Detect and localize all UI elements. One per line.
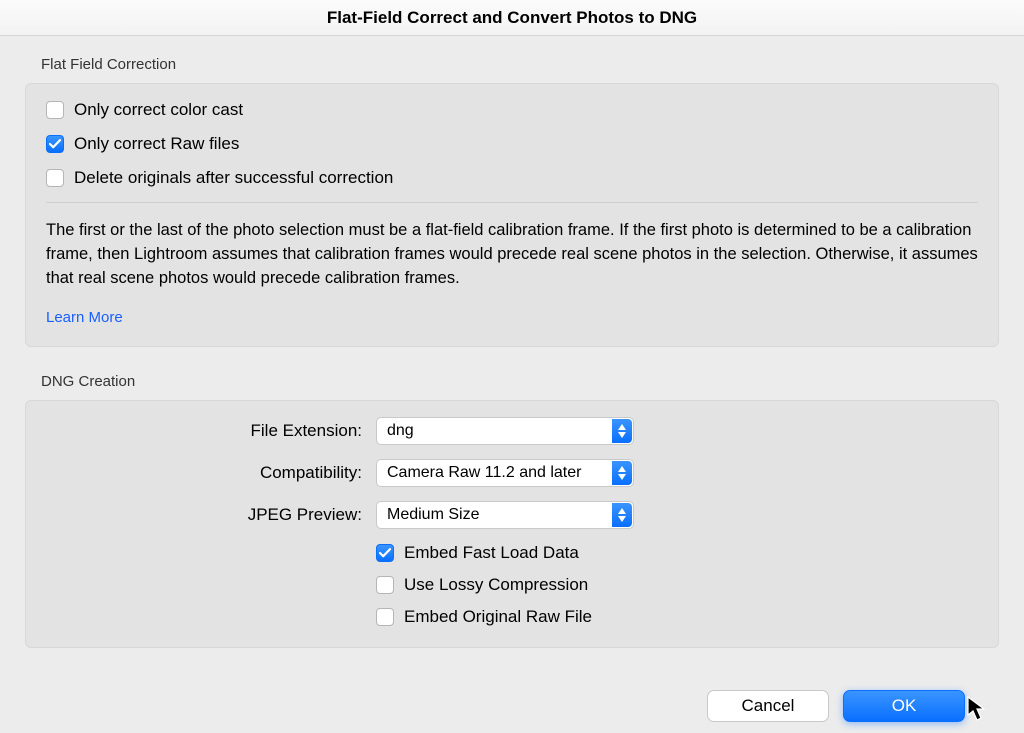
select-stepper-icon [612, 419, 632, 443]
select-stepper-icon [612, 503, 632, 527]
checkbox-row-delete-originals[interactable]: Delete originals after successful correc… [46, 168, 978, 188]
checkbox-row-embed-fast[interactable]: Embed Fast Load Data [46, 543, 978, 563]
checkbox-delete-originals[interactable] [46, 169, 64, 187]
checkbox-row-raw-files[interactable]: Only correct Raw files [46, 134, 978, 154]
checkbox-label-delete-originals: Delete originals after successful correc… [74, 168, 393, 188]
row-compatibility: Compatibility: Camera Raw 11.2 and later [46, 459, 978, 487]
checkbox-embed-original[interactable] [376, 608, 394, 626]
dialog-content: Flat Field Correction Only correct color… [0, 36, 1024, 722]
checkbox-color-cast[interactable] [46, 101, 64, 119]
select-value-compatibility: Camera Raw 11.2 and later [387, 464, 581, 482]
checkbox-label-embed-fast: Embed Fast Load Data [404, 543, 579, 563]
label-file-extension: File Extension: [46, 421, 376, 441]
checkmark-icon [379, 547, 391, 559]
select-jpeg-preview[interactable]: Medium Size [376, 501, 634, 529]
cancel-button[interactable]: Cancel [707, 690, 829, 722]
chevron-down-icon [618, 432, 626, 438]
checkbox-label-raw-files: Only correct Raw files [74, 134, 239, 154]
flat-field-description: The first or the last of the photo selec… [46, 219, 978, 291]
divider [46, 202, 978, 203]
label-jpeg-preview: JPEG Preview: [46, 505, 376, 525]
flat-field-section-label: Flat Field Correction [25, 56, 999, 73]
learn-more-link[interactable]: Learn More [46, 309, 123, 326]
checkbox-label-lossy: Use Lossy Compression [404, 575, 588, 595]
select-stepper-icon [612, 461, 632, 485]
checkbox-row-lossy[interactable]: Use Lossy Compression [46, 575, 978, 595]
select-value-jpeg-preview: Medium Size [387, 506, 479, 524]
chevron-down-icon [618, 516, 626, 522]
select-file-extension[interactable]: dng [376, 417, 634, 445]
dng-panel: File Extension: dng Compatibility: Camer… [25, 400, 999, 648]
window-titlebar: Flat-Field Correct and Convert Photos to… [0, 0, 1024, 36]
row-file-extension: File Extension: dng [46, 417, 978, 445]
checkbox-embed-fast[interactable] [376, 544, 394, 562]
checkmark-icon [49, 138, 61, 150]
checkbox-row-embed-original[interactable]: Embed Original Raw File [46, 607, 978, 627]
checkbox-raw-files[interactable] [46, 135, 64, 153]
flat-field-panel: Only correct color cast Only correct Raw… [25, 83, 999, 347]
chevron-up-icon [618, 508, 626, 514]
checkbox-lossy[interactable] [376, 576, 394, 594]
checkbox-row-color-cast[interactable]: Only correct color cast [46, 100, 978, 120]
chevron-up-icon [618, 424, 626, 430]
chevron-down-icon [618, 474, 626, 480]
row-jpeg-preview: JPEG Preview: Medium Size [46, 501, 978, 529]
window-title: Flat-Field Correct and Convert Photos to… [327, 8, 697, 28]
label-compatibility: Compatibility: [46, 463, 376, 483]
ok-button[interactable]: OK [843, 690, 965, 722]
checkbox-label-embed-original: Embed Original Raw File [404, 607, 592, 627]
select-compatibility[interactable]: Camera Raw 11.2 and later [376, 459, 634, 487]
dng-section-label: DNG Creation [25, 373, 999, 390]
select-value-file-extension: dng [387, 422, 414, 440]
dialog-footer: Cancel OK [25, 674, 999, 722]
chevron-up-icon [618, 466, 626, 472]
checkbox-label-color-cast: Only correct color cast [74, 100, 243, 120]
